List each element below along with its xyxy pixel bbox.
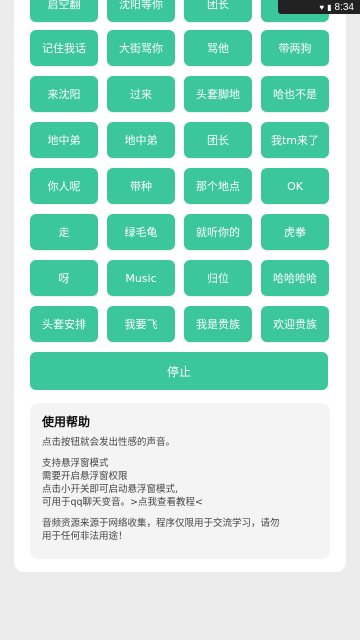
sound-button[interactable]: 欢迎贵族 xyxy=(261,306,329,342)
stop-button[interactable]: 停止 xyxy=(30,352,328,390)
sound-button[interactable]: 带两狗 xyxy=(261,30,329,66)
sound-button[interactable]: 归位 xyxy=(184,260,252,296)
sound-button[interactable]: 那个地点 xyxy=(184,168,252,204)
help-tutorial-link[interactable]: 可用于qq聊天变音。>点我查看教程< xyxy=(42,496,318,509)
sound-button[interactable]: 带种 xyxy=(107,168,175,204)
sound-button[interactable]: 沈阳等你 xyxy=(107,0,175,22)
sound-button[interactable]: 大街骂你 xyxy=(107,30,175,66)
help-line: 点击小开关即可启动悬浮窗模式, xyxy=(42,484,179,495)
battery-icon: ▮ xyxy=(327,2,332,12)
help-disclaimer: 音频资源来源于网络收集，程序仅限用于交流学习，请勿 用于任何非法用途！ xyxy=(42,517,318,543)
sound-button[interactable]: 绿毛龟 xyxy=(107,214,175,250)
help-intro: 点击按钮就会发出性感的声音。 xyxy=(42,437,176,448)
sound-button[interactable]: OK xyxy=(261,168,329,204)
sound-button[interactable]: 呀 xyxy=(30,260,98,296)
sound-button[interactable]: 走 xyxy=(30,214,98,250)
sound-button[interactable]: 哈也不是 xyxy=(261,76,329,112)
sound-button[interactable]: 我是贵族 xyxy=(184,306,252,342)
sound-button[interactable]: 我要飞 xyxy=(107,306,175,342)
sound-button[interactable]: 记住我话 xyxy=(30,30,98,66)
status-time: 8:34 xyxy=(334,1,354,13)
sound-button[interactable]: 团长 xyxy=(184,122,252,158)
sound-button[interactable]: 地中弟 xyxy=(30,122,98,158)
sound-button[interactable]: 头套脚地 xyxy=(184,76,252,112)
sound-button[interactable]: 骂他 xyxy=(184,30,252,66)
sound-button[interactable]: 启空翻 xyxy=(30,0,98,22)
sound-button[interactable]: 团长 xyxy=(184,0,252,22)
sound-button[interactable]: 来沈阳 xyxy=(30,76,98,112)
help-panel: 使用帮助 点击按钮就会发出性感的声音。 支持悬浮窗模式 需要开启悬浮窗权限 点击… xyxy=(30,403,330,559)
sound-button[interactable]: Music xyxy=(107,260,175,296)
sound-button[interactable]: 过来 xyxy=(107,76,175,112)
sound-button[interactable]: 虎拳 xyxy=(261,214,329,250)
help-title: 使用帮助 xyxy=(42,415,91,429)
sound-button[interactable]: 地中弟 xyxy=(107,122,175,158)
sound-button[interactable]: 头套安排 xyxy=(30,306,98,342)
status-bar: ♥ ▮ 8:34 xyxy=(278,0,360,14)
sound-button[interactable]: 哈哈哈哈 xyxy=(261,260,329,296)
sound-button[interactable]: 你人呢 xyxy=(30,168,98,204)
help-float-mode: 支持悬浮窗模式 需要开启悬浮窗权限 点击小开关即可启动悬浮窗模式, 可用于qq聊… xyxy=(42,457,318,509)
help-line: 用于任何非法用途！ xyxy=(42,531,128,542)
help-line: 支持悬浮窗模式 xyxy=(42,458,109,469)
sound-button[interactable]: 就听你的 xyxy=(184,214,252,250)
help-line: 音频资源来源于网络收集，程序仅限用于交流学习，请勿 xyxy=(42,518,280,529)
sound-button[interactable]: 我tm来了 xyxy=(261,122,329,158)
help-line: 需要开启悬浮窗权限 xyxy=(42,471,128,482)
signal-icon: ♥ xyxy=(319,2,325,12)
